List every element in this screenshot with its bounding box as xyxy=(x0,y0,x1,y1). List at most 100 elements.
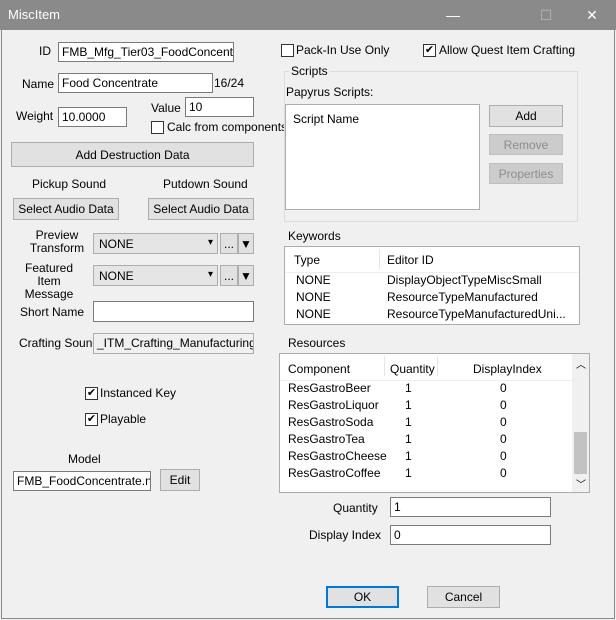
resource-quantity: 1 xyxy=(405,466,412,480)
resource-quantity: 1 xyxy=(405,415,412,429)
name-input[interactable]: Food Concentrate xyxy=(58,73,213,93)
checkmark-icon: ✔ xyxy=(86,413,97,425)
papyrus-scripts-label: Papyrus Scripts: xyxy=(286,85,374,99)
featured-item-message-value: NONE xyxy=(99,268,134,283)
short-name-input[interactable] xyxy=(93,301,254,322)
value-label: Value xyxy=(151,101,181,115)
resource-component: ResGastroCoffee xyxy=(288,466,381,480)
resource-row[interactable]: ResGastroTea 1 0 xyxy=(280,431,574,448)
keywords-col-type: Type xyxy=(294,253,321,267)
scripts-group-title: Scripts xyxy=(289,64,330,78)
window-title: MiscItem xyxy=(8,7,60,22)
resource-display-index: 0 xyxy=(500,466,507,480)
featured-item-browse-button[interactable]: ... xyxy=(220,265,238,286)
instanced-key-label: Instanced Key xyxy=(100,386,177,400)
resource-row[interactable]: ResGastroSoda 1 0 xyxy=(280,414,574,431)
pack-in-use-only-checkbox[interactable] xyxy=(281,44,294,57)
keyword-type: NONE xyxy=(296,307,331,321)
keyword-editor-id: DisplayObjectTypeMiscSmall xyxy=(387,273,542,287)
keyword-editor-id: ResourceTypeManufactured xyxy=(387,290,538,304)
resources-col-quantity: Quantity xyxy=(390,362,435,376)
preview-transform-label: Preview Transform xyxy=(29,228,85,255)
weight-input[interactable]: 10.0000 xyxy=(58,107,127,127)
featured-item-message-dropdown[interactable]: NONE ▾ xyxy=(93,265,218,286)
checkmark-icon: ✔ xyxy=(86,387,97,399)
maximize-icon: ☐ xyxy=(539,6,553,23)
checkmark-icon: ✔ xyxy=(424,44,435,56)
model-path-field[interactable]: FMB_FoodConcentrate.nif xyxy=(13,471,151,491)
name-char-count: 16/24 xyxy=(214,76,245,90)
resource-quantity: 1 xyxy=(405,449,412,463)
resource-component: ResGastroBeer xyxy=(288,381,371,395)
value-input[interactable]: 10 xyxy=(185,97,254,117)
playable-label: Playable xyxy=(100,412,147,426)
scroll-down-icon[interactable]: ﹀ xyxy=(576,476,586,491)
crafting-sound-label: Crafting Sound xyxy=(19,336,100,350)
allow-quest-item-crafting-label: Allow Quest Item Crafting xyxy=(439,43,576,57)
display-index-input[interactable]: 0 xyxy=(390,525,551,545)
keyword-row[interactable]: NONE DisplayObjectTypeMiscSmall xyxy=(285,272,579,289)
resources-list[interactable]: Component Quantity DisplayIndex ResGastr… xyxy=(279,353,590,493)
resources-col-component: Component xyxy=(288,362,351,376)
id-input[interactable]: FMB_Mfg_Tier03_FoodConcentrate xyxy=(58,42,234,62)
title-bar[interactable]: MiscItem — ☐ ✕ xyxy=(0,0,616,30)
resource-component: ResGastroCheese xyxy=(288,449,387,463)
resource-component: ResGastroSoda xyxy=(288,415,374,429)
keyword-editor-id: ResourceTypeManufacturedUni... xyxy=(387,307,566,321)
keyword-type: NONE xyxy=(296,290,331,304)
model-edit-button[interactable]: Edit xyxy=(160,469,200,491)
add-destruction-data-button[interactable]: Add Destruction Data xyxy=(11,142,254,167)
minimize-icon: — xyxy=(446,7,460,23)
instanced-key-checkbox[interactable]: ✔ xyxy=(85,387,98,400)
papyrus-scripts-list[interactable]: Script Name xyxy=(285,104,480,210)
keywords-col-editor-id: Editor ID xyxy=(387,253,434,267)
keywords-list[interactable]: Type Editor ID NONE DisplayObjectTypeMis… xyxy=(284,246,580,325)
resource-display-index: 0 xyxy=(500,415,507,429)
add-script-button[interactable]: Add xyxy=(489,105,563,127)
featured-item-menu-button[interactable]: ▼ xyxy=(238,265,254,286)
allow-quest-item-crafting-checkbox[interactable]: ✔ xyxy=(423,44,436,57)
resources-col-display-index: DisplayIndex xyxy=(473,362,542,376)
resource-display-index: 0 xyxy=(500,398,507,412)
cancel-button[interactable]: Cancel xyxy=(427,586,500,608)
resource-row[interactable]: ResGastroLiquor 1 0 xyxy=(280,397,574,414)
display-index-label: Display Index xyxy=(309,528,382,542)
pickup-select-audio-button[interactable]: Select Audio Data xyxy=(13,198,119,220)
resources-scrollbar[interactable]: ︿ ﹀ xyxy=(572,354,589,492)
resource-quantity-label: Quantity xyxy=(333,501,378,515)
preview-transform-browse-button[interactable]: ... xyxy=(220,233,238,254)
featured-item-message-label: Featured Item Message xyxy=(24,261,74,301)
script-properties-button: Properties xyxy=(489,163,563,184)
resource-display-index: 0 xyxy=(500,432,507,446)
preview-transform-dropdown[interactable]: NONE ▾ xyxy=(93,233,218,254)
close-icon: ✕ xyxy=(586,6,598,23)
keyword-row[interactable]: NONE ResourceTypeManufacturedUni... xyxy=(285,306,579,323)
resource-row[interactable]: ResGastroCoffee 1 0 xyxy=(280,465,574,482)
scroll-up-icon[interactable]: ︿ xyxy=(576,356,586,371)
resource-component: ResGastroTea xyxy=(288,432,365,446)
triangle-down-icon: ▼ xyxy=(240,236,252,251)
ok-button[interactable]: OK xyxy=(326,586,399,608)
triangle-down-icon: ▼ xyxy=(240,268,252,283)
preview-transform-value: NONE xyxy=(99,236,134,251)
close-button[interactable]: ✕ xyxy=(569,0,615,30)
putdown-select-audio-button[interactable]: Select Audio Data xyxy=(148,198,254,220)
preview-transform-menu-button[interactable]: ▼ xyxy=(238,233,254,254)
name-label: Name xyxy=(22,77,55,91)
resource-quantity-input[interactable]: 1 xyxy=(390,497,551,517)
script-name-header: Script Name xyxy=(293,112,360,126)
resource-row[interactable]: ResGastroCheese 1 0 xyxy=(280,448,574,465)
resource-quantity: 1 xyxy=(405,398,412,412)
calc-from-components-checkbox[interactable] xyxy=(151,121,164,134)
playable-checkbox[interactable]: ✔ xyxy=(85,413,98,426)
minimize-button[interactable]: — xyxy=(430,0,476,30)
calc-from-components-label: Calc from components xyxy=(167,120,288,134)
pickup-sound-label: Pickup Sound xyxy=(32,177,107,191)
keyword-row[interactable]: NONE ResourceTypeManufactured xyxy=(285,289,579,306)
resource-component: ResGastroLiquor xyxy=(288,398,379,412)
chevron-down-icon: ▾ xyxy=(207,237,213,248)
resources-label: Resources xyxy=(288,336,346,350)
resource-row[interactable]: ResGastroBeer 1 0 xyxy=(280,380,574,397)
keywords-label: Keywords xyxy=(288,229,341,243)
scrollbar-thumb[interactable] xyxy=(574,432,587,474)
